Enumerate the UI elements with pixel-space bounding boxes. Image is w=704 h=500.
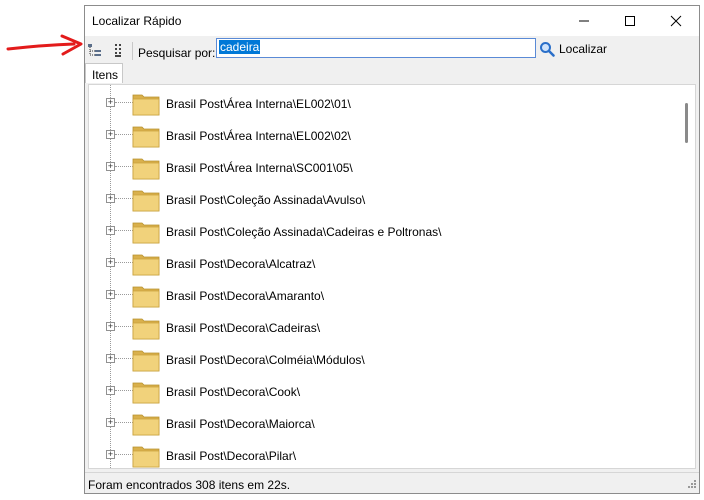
- folder-icon: [132, 126, 160, 148]
- expand-icon[interactable]: +: [106, 418, 115, 427]
- tree-item[interactable]: + Brasil Post\Decora\Cook\: [89, 375, 669, 407]
- expand-icon[interactable]: +: [106, 290, 115, 299]
- tree-item[interactable]: + Brasil Post\Coleção Assinada\Cadeiras e…: [89, 215, 669, 247]
- tree-item-label: Brasil Post\Decora\Cadeiras\: [166, 321, 321, 335]
- tree-item[interactable]: + Brasil Post\Decora\Cadeiras\: [89, 311, 669, 343]
- search-label: Pesquisar por:: [138, 46, 216, 60]
- maximize-icon: [625, 16, 635, 26]
- tree-item-label: Brasil Post\Área Interna\EL002\01\: [166, 97, 351, 111]
- tree-item-label: Brasil Post\Decora\Cook\: [166, 385, 301, 399]
- resize-grip-icon[interactable]: [685, 479, 697, 491]
- status-text: Foram encontrados 308 itens em 22s.: [88, 478, 291, 492]
- tree-item-label: Brasil Post\Coleção Assinada\Cadeiras e …: [166, 225, 442, 239]
- search-input[interactable]: cadeira: [216, 38, 536, 58]
- expand-icon[interactable]: +: [106, 322, 115, 331]
- folder-icon: [132, 190, 160, 212]
- tree-item-label: Brasil Post\Área Interna\SC001\05\: [166, 161, 353, 175]
- expand-icon[interactable]: +: [106, 450, 115, 459]
- expand-icon[interactable]: +: [106, 194, 115, 203]
- tree-item[interactable]: + Brasil Post\Decora\Pilar\: [89, 439, 669, 468]
- tree-item-label: Brasil Post\Decora\Alcatraz\: [166, 257, 316, 271]
- tree-item[interactable]: + Brasil Post\Decora\Alcatraz\: [89, 247, 669, 279]
- find-button-label: Localizar: [559, 42, 608, 56]
- list-view-icon[interactable]: [110, 42, 126, 58]
- scrollbar-thumb[interactable]: [685, 103, 688, 143]
- title-bar: Localizar Rápido: [85, 6, 699, 36]
- tree-item-label: Brasil Post\Coleção Assinada\Avulso\: [166, 193, 366, 207]
- close-button[interactable]: [653, 6, 699, 36]
- folder-icon: [132, 286, 160, 308]
- expand-icon[interactable]: +: [106, 162, 115, 171]
- tree-item[interactable]: + Brasil Post\Decora\Amaranto\: [89, 279, 669, 311]
- expand-icon[interactable]: +: [106, 98, 115, 107]
- folder-icon: [132, 94, 160, 116]
- tree-item-label: Brasil Post\Decora\Colméia\Módulos\: [166, 353, 365, 367]
- tree-item[interactable]: + Brasil Post\Área Interna\EL002\01\: [89, 87, 669, 119]
- minimize-icon: [579, 20, 589, 22]
- tree-item[interactable]: + Brasil Post\Área Interna\EL002\02\: [89, 119, 669, 151]
- folder-icon: [132, 254, 160, 276]
- quick-find-window: Localizar Rápido Pesquisar por: cadeira …: [84, 5, 700, 494]
- expand-icon[interactable]: +: [106, 258, 115, 267]
- results-tree[interactable]: + Brasil Post\Área Interna\EL002\01\ + Bras…: [88, 84, 696, 469]
- status-bar: Foram encontrados 308 itens em 22s.: [85, 472, 699, 493]
- folder-icon: [132, 222, 160, 244]
- search-input-value: cadeira: [219, 40, 261, 54]
- folder-icon: [132, 318, 160, 340]
- tree-item[interactable]: + Brasil Post\Decora\Maiorca\: [89, 407, 669, 439]
- folder-icon: [132, 382, 160, 404]
- annotation-arrow: [6, 34, 83, 56]
- expand-icon[interactable]: +: [106, 226, 115, 235]
- folder-icon: [132, 350, 160, 372]
- minimize-button[interactable]: [561, 6, 607, 36]
- tree-item-label: Brasil Post\Decora\Pilar\: [166, 449, 297, 463]
- expand-icon[interactable]: +: [106, 386, 115, 395]
- vertical-scrollbar[interactable]: [678, 85, 695, 468]
- tree-item-label: Brasil Post\Decora\Amaranto\: [166, 289, 325, 303]
- magnifier-icon: [540, 42, 555, 57]
- close-icon: [670, 15, 682, 27]
- tree-view-icon[interactable]: [87, 42, 103, 58]
- tree-item[interactable]: + Brasil Post\Área Interna\SC001\05\: [89, 151, 669, 183]
- folder-icon: [132, 414, 160, 436]
- folder-icon: [132, 446, 160, 468]
- toolbar-separator: [132, 42, 133, 60]
- tab-itens[interactable]: Itens: [85, 63, 123, 83]
- find-button[interactable]: Localizar: [539, 39, 607, 59]
- tree-item[interactable]: + Brasil Post\Decora\Colméia\Módulos\: [89, 343, 669, 375]
- expand-icon[interactable]: +: [106, 130, 115, 139]
- tree-item-label: Brasil Post\Área Interna\EL002\02\: [166, 129, 351, 143]
- expand-icon[interactable]: +: [106, 354, 115, 363]
- maximize-button[interactable]: [607, 6, 653, 36]
- tree-item-label: Brasil Post\Decora\Maiorca\: [166, 417, 315, 431]
- tree-item[interactable]: + Brasil Post\Coleção Assinada\Avulso\: [89, 183, 669, 215]
- window-title: Localizar Rápido: [92, 14, 182, 28]
- folder-icon: [132, 158, 160, 180]
- tab-strip: Itens: [85, 61, 699, 84]
